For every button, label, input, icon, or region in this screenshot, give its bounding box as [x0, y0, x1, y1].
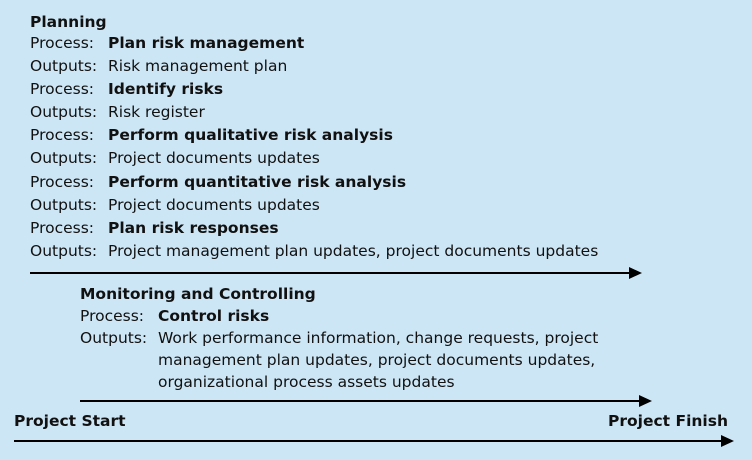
planning-row: Process: Identify risks [30, 79, 223, 99]
output-name: Project management plan updates, project… [108, 242, 599, 260]
monitoring-process-row: Process: Control risks [80, 306, 269, 326]
row-label: Outputs: [30, 103, 98, 121]
planning-row: Process: Plan risk responses [30, 218, 279, 238]
process-name: Plan risk management [108, 34, 305, 52]
row-label: Process: [30, 34, 95, 52]
row-label: Outputs: [80, 329, 148, 347]
output-name: Project documents updates [108, 196, 320, 214]
row-label: Outputs: [30, 149, 98, 167]
output-line: management plan updates, project documen… [158, 351, 596, 369]
output-name: Risk management plan [108, 57, 288, 75]
planning-arrow [30, 267, 642, 279]
row-label: Outputs: [30, 242, 98, 260]
project-finish-label: Project Finish [608, 412, 728, 430]
process-name: Plan risk responses [108, 219, 279, 237]
process-name: Control risks [158, 307, 270, 325]
row-label: Process: [30, 126, 95, 144]
row-label: Outputs: [30, 57, 98, 75]
row-label: Outputs: [30, 196, 98, 214]
output-line: organizational process assets updates [158, 373, 455, 391]
planning-row: Outputs: Risk management plan [30, 56, 287, 76]
planning-row: Process: Perform quantitative risk analys… [30, 172, 406, 192]
process-name: Perform qualitative risk analysis [108, 126, 393, 144]
planning-row: Outputs: Project documents updates [30, 195, 320, 215]
monitoring-arrow [80, 395, 652, 407]
row-label: Process: [80, 307, 145, 325]
row-label: Process: [30, 80, 95, 98]
output-name: Project documents updates [108, 149, 320, 167]
planning-row: Process: Plan risk management [30, 33, 304, 53]
timeline-arrow [14, 435, 734, 447]
output-line: Work performance information, change req… [158, 329, 599, 347]
planning-row: Outputs: Risk register [30, 102, 205, 122]
planning-heading: Planning [30, 13, 107, 31]
process-name: Identify risks [108, 80, 224, 98]
process-name: Perform quantitative risk analysis [108, 173, 407, 191]
output-name: Risk register [108, 103, 205, 121]
planning-row: Outputs: Project management plan updates,… [30, 241, 598, 261]
monitoring-heading: Monitoring and Controlling [80, 285, 316, 303]
row-label: Process: [30, 173, 95, 191]
planning-row: Outputs: Project documents updates [30, 148, 320, 168]
monitoring-outputs-row: Outputs: Work performance information, ch… [80, 328, 598, 348]
project-start-label: Project Start [14, 412, 126, 430]
planning-row: Process: Perform qualitative risk analysi… [30, 125, 393, 145]
row-label: Process: [30, 219, 95, 237]
